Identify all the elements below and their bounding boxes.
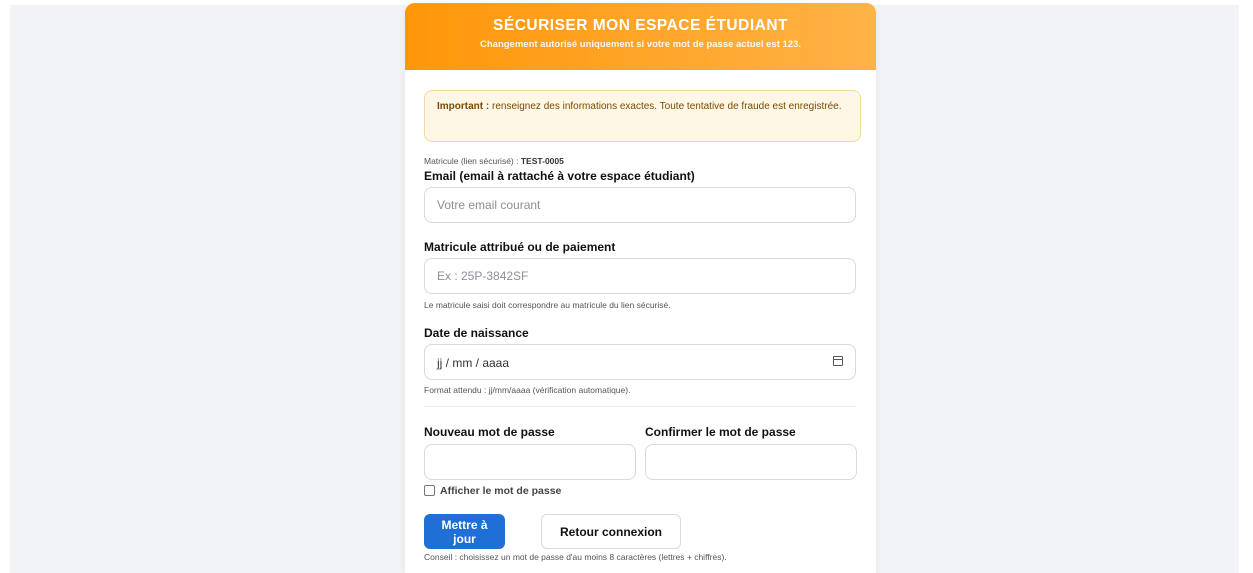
update-button[interactable]: Mettre à jour [424, 514, 505, 549]
show-password-checkbox[interactable] [424, 485, 435, 496]
back-to-login-button[interactable]: Retour connexion [541, 514, 681, 549]
form-controls-layer: Afficher le mot de passe Mettre à jour R… [405, 0, 876, 573]
password-tip: Conseil : choisissez un mot de passe d'a… [424, 552, 727, 562]
show-password-label[interactable]: Afficher le mot de passe [440, 485, 561, 497]
